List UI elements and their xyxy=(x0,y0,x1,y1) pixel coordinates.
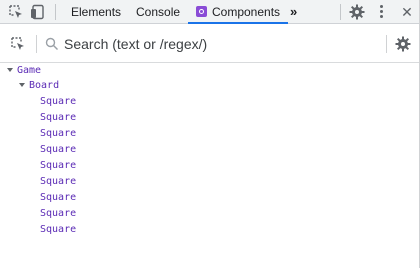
tree-node-square[interactable]: Square xyxy=(40,126,76,142)
tab-elements[interactable]: Elements xyxy=(71,0,121,24)
tree-node-square[interactable]: Square xyxy=(40,222,76,238)
tree-node-square[interactable]: Square xyxy=(40,94,76,110)
search-divider xyxy=(386,35,387,53)
inspect-element-icon[interactable] xyxy=(8,4,24,20)
search-divider xyxy=(36,35,37,53)
close-icon[interactable]: ✕ xyxy=(399,4,415,20)
tree-node-square[interactable]: Square xyxy=(40,174,76,190)
tree-node-label: Board xyxy=(29,80,60,91)
kebab-menu-icon[interactable] xyxy=(380,5,383,19)
tree-node-game[interactable]: Game xyxy=(7,63,41,79)
toolbar-divider xyxy=(340,4,341,20)
tree-node-square[interactable]: Square xyxy=(40,158,76,174)
settings-gear-icon[interactable] xyxy=(349,4,365,20)
select-component-icon[interactable] xyxy=(10,36,26,52)
devtools-tabbar: Elements Console Components » ✕ xyxy=(0,0,420,24)
search-input[interactable] xyxy=(64,35,364,53)
search-icon xyxy=(44,36,60,52)
device-toolbar-icon[interactable] xyxy=(30,4,46,20)
more-tabs-icon[interactable]: » xyxy=(290,0,297,24)
tree-node-square[interactable]: Square xyxy=(40,110,76,126)
tab-console[interactable]: Console xyxy=(136,0,180,24)
expand-triangle-icon[interactable] xyxy=(7,68,13,72)
tab-components[interactable]: Components xyxy=(188,0,289,24)
tree-node-square[interactable]: Square xyxy=(40,190,76,206)
tree-node-square[interactable]: Square xyxy=(40,206,76,222)
tree-node-label: Game xyxy=(17,65,42,76)
expand-triangle-icon[interactable] xyxy=(19,83,25,87)
tree-node-square[interactable]: Square xyxy=(40,142,76,158)
react-components-icon xyxy=(196,6,207,17)
toolbar-divider xyxy=(55,4,56,20)
tab-components-label: Components xyxy=(212,5,281,19)
settings-gear-icon[interactable] xyxy=(395,36,411,52)
tree-node-board[interactable]: Board xyxy=(19,78,59,94)
component-search-bar xyxy=(0,25,420,63)
